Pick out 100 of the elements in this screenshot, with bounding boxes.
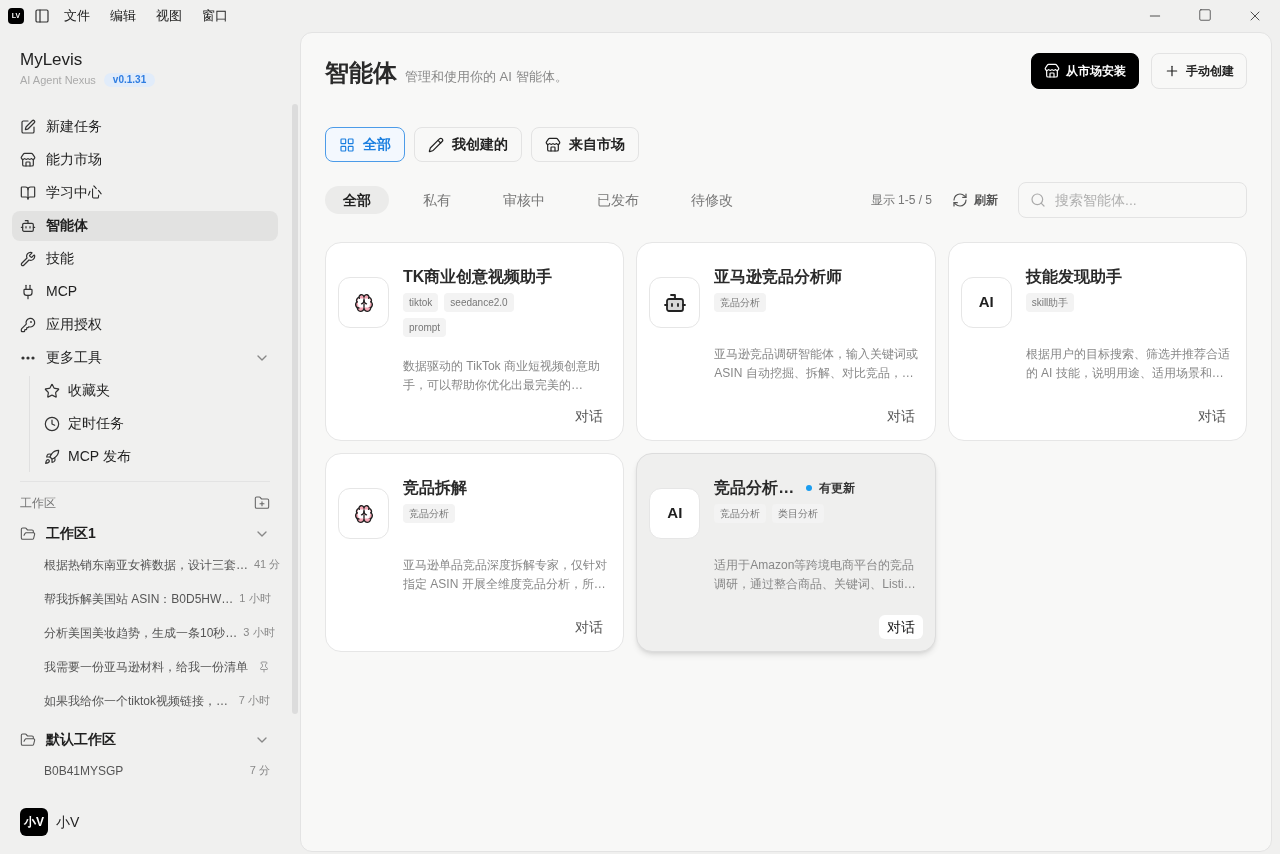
update-label: 有更新 — [819, 480, 856, 497]
agent-tag: tiktok — [403, 293, 439, 312]
robot-icon — [20, 217, 36, 234]
agent-name: 技能发现助手 — [1025, 267, 1122, 287]
folder-icon — [20, 731, 36, 748]
star-icon — [44, 382, 60, 399]
task-item[interactable]: 根据热销东南亚女裤数据，设计三套… — [44, 555, 248, 574]
avatar-text: AI — [667, 503, 683, 524]
agent-card[interactable]: AI 竞品分析… 有更新 竞品分析 类目分析 适用于Amazon等跨境电商平台的竞品调研，通过整合商品、关键词、Listi… 对话 — [636, 453, 936, 652]
agent-tag: 类目分析 — [772, 504, 825, 523]
source-tab[interactable]: 全部 — [325, 127, 405, 162]
task-item[interactable]: 如果我给你一个tiktok视频链接，… — [44, 691, 228, 710]
user-avatar[interactable]: 小V — [20, 808, 48, 836]
chat-button[interactable]: 对话 — [878, 615, 923, 639]
edit-icon — [20, 118, 36, 135]
menu-item[interactable]: 视图 — [156, 6, 182, 26]
chat-button[interactable]: 对话 — [567, 404, 612, 428]
status-tab[interactable]: 待修改 — [673, 186, 751, 214]
agent-tag: seedance2.0 — [444, 293, 514, 312]
section-heading: 工作区 — [20, 494, 56, 512]
plug-icon — [20, 283, 36, 300]
search-field[interactable]: 搜索智能体... — [1018, 182, 1247, 218]
page-title: 智能体 — [325, 58, 397, 88]
chat-button[interactable]: 对话 — [1190, 404, 1234, 428]
brand-name: MyLevis — [20, 50, 84, 70]
agent-tag: skill助手 — [1025, 293, 1075, 312]
status-tab[interactable]: 全部 — [325, 186, 389, 214]
store-icon — [20, 151, 36, 168]
status-tab[interactable]: 审核中 — [485, 186, 563, 214]
grid-icon — [339, 136, 355, 153]
agent-card[interactable]: AI 技能发现助手 skill助手 根据用户的目标搜索、筛选并推荐合适的 AI 技能，说明用途、适用场景和… 对话 — [947, 242, 1247, 441]
wrench-icon — [20, 250, 36, 267]
nav-item[interactable]: 定时任务 — [44, 408, 278, 439]
agent-name: 亚马逊竞品分析师 — [714, 267, 843, 287]
nav-item[interactable]: 技能 — [12, 243, 278, 274]
pencil-icon — [428, 136, 444, 153]
nav-item[interactable]: MCP — [12, 276, 278, 307]
agent-card[interactable]: TK商业创意视频助手 tiktok seedance2.0 prompt 数据驱动的 TikTok 商业短视频创意助手，可以帮助你优化出最完美的… 对话 — [325, 242, 625, 441]
task-item[interactable]: 我需要一份亚马逊材料，给我一份清单 — [44, 657, 248, 676]
book-icon — [20, 184, 36, 201]
clock-icon — [44, 415, 60, 432]
task-time: 3 小时 — [243, 625, 275, 641]
refresh-icon — [952, 192, 968, 208]
action-button[interactable]: 从市场安装 — [1031, 53, 1139, 89]
agent-description: 亚马逊单品竞品深度拆解专家，仅针对指定 ASIN 开展全维度竞品分析，所… — [403, 557, 608, 593]
source-tab[interactable]: 我创建的 — [414, 127, 522, 162]
agent-card[interactable]: 竞品拆解 竞品分析 亚马逊单品竞品深度拆解专家，仅针对指定 ASIN 开展全维度竞品分析，所… 对话 — [325, 453, 625, 652]
search-icon — [1030, 192, 1046, 208]
action-button[interactable]: 手动创建 — [1151, 53, 1247, 89]
menu-item[interactable]: 窗口 — [202, 6, 228, 26]
task-item[interactable]: 分析美国美妆趋势，生成一条10秒… — [44, 623, 238, 642]
task-item[interactable]: B0B41MYSGP — [44, 761, 124, 780]
workspace-item[interactable]: 默认工作区 — [12, 727, 278, 752]
store-icon — [1044, 63, 1060, 79]
agent-description: 根据用户的目标搜索、筛选并推荐合适的 AI 技能，说明用途、适用场景和… — [1025, 346, 1231, 382]
agent-card[interactable]: 亚马逊竞品分析师 竞品分析 亚马逊竞品调研智能体，输入关键词或 ASIN 自动挖掘、拆解、对比竞品，… 对话 — [636, 242, 936, 441]
agent-tag: 竞品分析 — [403, 504, 455, 523]
brain-icon — [353, 503, 374, 524]
agent-description: 适用于Amazon等跨境电商平台的竞品调研，通过整合商品、关键词、Listi… — [714, 557, 917, 593]
key-icon — [20, 316, 36, 333]
sidebar-toggle-icon[interactable] — [34, 8, 50, 24]
nav-item[interactable]: MCP 发布 — [44, 441, 278, 472]
nav-item[interactable]: 学习中心 — [12, 177, 278, 208]
agent-tag: prompt — [403, 318, 447, 337]
task-time: 7 分 — [249, 763, 270, 779]
chat-button[interactable]: 对话 — [567, 615, 612, 639]
nav-item[interactable]: 收藏夹 — [44, 375, 278, 406]
status-tab[interactable]: 私有 — [405, 186, 469, 214]
menu-item[interactable]: 编辑 — [110, 6, 136, 26]
plus-icon — [1164, 63, 1180, 79]
agent-tag: 竞品分析 — [714, 504, 767, 523]
version-badge: v0.1.31 — [103, 73, 156, 88]
workspace-item[interactable]: 工作区1 — [12, 521, 278, 546]
agent-name: 竞品分析… — [714, 478, 795, 498]
nav-item[interactable]: 更多工具 — [12, 342, 278, 373]
source-tab[interactable]: 来自市场 — [531, 127, 639, 162]
task-time: 7 小时 — [238, 693, 270, 709]
menu-item[interactable]: 文件 — [64, 6, 90, 26]
agent-description: 亚马逊竞品调研智能体，输入关键词或 ASIN 自动挖掘、拆解、对比竞品，… — [714, 346, 920, 382]
agent-tag: 竞品分析 — [714, 293, 767, 312]
nav-item[interactable]: 智能体 — [12, 210, 278, 241]
avatar-text: AI — [978, 292, 994, 313]
status-tab[interactable]: 已发布 — [579, 186, 657, 214]
agent-name: TK商业创意视频助手 — [403, 267, 553, 287]
page-subtitle: 管理和使用你的 AI 智能体。 — [405, 68, 568, 86]
rocket-icon — [44, 448, 60, 465]
nav-item[interactable]: 新建任务 — [12, 111, 278, 142]
result-count: 显示 1-5 / 5 — [870, 192, 932, 209]
chat-button[interactable]: 对话 — [878, 404, 923, 428]
folder-icon — [20, 525, 36, 542]
add-folder-icon[interactable] — [254, 494, 270, 511]
refresh-button[interactable]: 刷新 — [952, 191, 998, 209]
task-item[interactable]: 帮我拆解美国站 ASIN：B0D5HW… — [44, 589, 234, 608]
brand-subtitle: AI Agent Nexus — [20, 73, 96, 88]
task-time: 41 分 — [254, 557, 281, 573]
maximize-icon[interactable] — [1198, 8, 1212, 22]
nav-item[interactable]: 应用授权 — [12, 309, 278, 340]
nav-item[interactable]: 能力市场 — [12, 144, 278, 175]
more-icon — [21, 355, 35, 360]
agent-name: 竞品拆解 — [403, 478, 467, 498]
